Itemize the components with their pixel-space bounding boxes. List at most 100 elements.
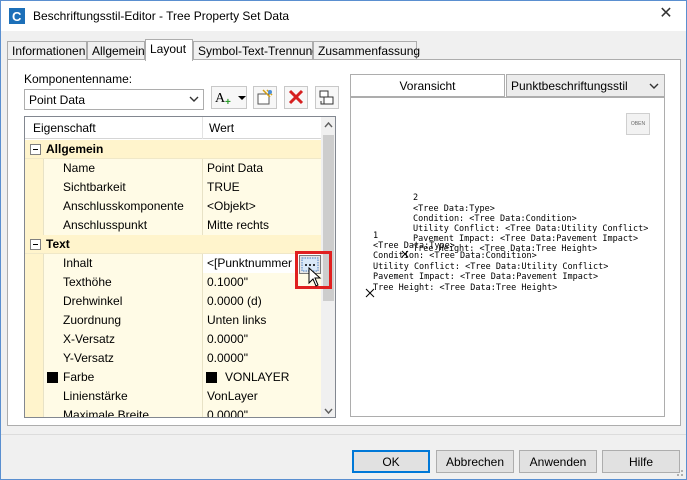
header-divider (202, 117, 203, 139)
row-gutter (25, 197, 43, 216)
preview-canvas[interactable]: OBEN 2 <Tree Data:Type> Condition: <Tree… (350, 97, 665, 417)
preview-label-line: Condition: <Tree Data:Condition> (413, 214, 577, 224)
delete-component-icon (288, 89, 304, 105)
collapse-icon[interactable] (30, 239, 41, 250)
property-rows: Allgemein Name Point Data Sichtbarkeit T… (25, 140, 321, 418)
tab-allgemein[interactable]: Allgemein (87, 41, 145, 60)
add-text-component-icon: A + (215, 91, 246, 108)
preview-label-line: <Tree Data:Type> (373, 241, 455, 251)
property-name: Texthöhe (63, 275, 112, 289)
draw-order-button[interactable] (315, 86, 339, 109)
property-name: Name (63, 161, 96, 175)
apply-button[interactable]: Anwenden (519, 450, 597, 473)
copy-component-icon (257, 89, 273, 105)
property-row-sichtbarkeit[interactable]: Sichtbarkeit TRUE (25, 178, 321, 197)
component-name-select[interactable]: Point Data (24, 89, 204, 110)
property-value[interactable]: Unten links (207, 313, 266, 327)
property-value[interactable]: <Objekt> (207, 199, 256, 213)
property-name: Farbe (63, 370, 95, 384)
svg-text:C: C (12, 9, 22, 24)
preview-point-number: 2 (413, 193, 419, 203)
property-grid: Eigenschaft Wert Allgemein Name Point Da… (24, 116, 336, 418)
view-orientation-button[interactable]: OBEN (626, 113, 650, 135)
row-gutter (25, 406, 43, 417)
cancel-button[interactable]: Abbrechen (436, 450, 514, 473)
property-value[interactable]: TRUE (207, 180, 240, 194)
category-label: Text (46, 237, 70, 251)
chevron-down-icon (649, 83, 659, 89)
category-row-allgemein[interactable]: Allgemein (25, 140, 321, 159)
component-name-label: Komponentenname: (24, 72, 133, 86)
close-icon[interactable]: ✕ (658, 6, 674, 22)
preview-point-number: 1 (373, 231, 379, 241)
property-value[interactable]: <[Punktnummer (207, 256, 292, 270)
row-gutter (25, 349, 43, 368)
tab-symbol-text-trennung[interactable]: Symbol-Text-Trennung (193, 41, 319, 60)
title-bar[interactable]: C Beschriftungsstil-Editor - Tree Proper… (1, 1, 686, 31)
preview-label-line: Pavement Impact: <Tree Data:Pavement Imp… (373, 272, 599, 282)
tab-zusammenfassung[interactable]: Zusammenfassung (313, 41, 420, 60)
property-name: Linienstärke (63, 389, 128, 403)
property-value[interactable]: Mitte rechts (207, 218, 269, 232)
property-name: Maximale Breite (63, 408, 150, 418)
property-value[interactable]: VonLayer (207, 389, 258, 403)
delete-component-button[interactable] (284, 86, 308, 109)
tab-layout[interactable]: Layout (145, 39, 193, 61)
property-row-x-versatz[interactable]: X-Versatz 0.0000" (25, 330, 321, 349)
category-label: Allgemein (46, 142, 104, 156)
copy-component-button[interactable] (253, 86, 277, 109)
property-name: Zuordnung (63, 313, 122, 327)
property-name: Drehwinkel (63, 294, 123, 308)
svg-text:+: + (225, 97, 231, 108)
preview-style-value: Punktbeschriftungsstil (511, 79, 628, 93)
tab-informationen[interactable]: Informationen (7, 41, 87, 60)
property-value[interactable]: 0.0000" (207, 332, 248, 346)
property-name: Anschlusspunkt (63, 218, 148, 232)
preview-label-line: Utility Conflict: <Tree Data:Utility Con… (413, 224, 649, 234)
collapse-icon[interactable] (30, 144, 41, 155)
help-button[interactable]: Hilfe (602, 450, 680, 473)
property-row-inhalt[interactable]: Inhalt <[Punktnummer (25, 254, 321, 273)
add-component-button[interactable]: A + (211, 86, 247, 109)
color-swatch-icon (206, 372, 217, 383)
header-eigenschaft[interactable]: Eigenschaft (33, 121, 96, 135)
property-value[interactable]: 0.0000" (207, 408, 248, 417)
property-row-zuordnung[interactable]: Zuordnung Unten links (25, 311, 321, 330)
resize-grip-icon[interactable] (672, 465, 684, 477)
editor-dialog: C Beschriftungsstil-Editor - Tree Proper… (0, 0, 687, 480)
row-gutter (25, 273, 43, 292)
scroll-up-icon[interactable] (321, 117, 336, 134)
property-name: Y-Versatz (63, 351, 114, 365)
preview-style-select[interactable]: Punktbeschriftungsstil (506, 74, 665, 97)
ok-button[interactable]: OK (352, 450, 430, 473)
preview-label-line: Tree Height: <Tree Data:Tree Height> (373, 283, 558, 293)
tab-voransicht[interactable]: Voransicht (350, 74, 505, 97)
property-row-texthoehe[interactable]: Texthöhe 0.1000" (25, 273, 321, 292)
property-value[interactable]: Point Data (207, 161, 263, 175)
category-row-text[interactable]: Text (25, 235, 321, 254)
chevron-down-icon (189, 96, 199, 102)
property-value[interactable]: 0.0000" (207, 351, 248, 365)
property-row-name[interactable]: Name Point Data (25, 159, 321, 178)
property-value[interactable]: 0.1000" (207, 275, 248, 289)
row-gutter (25, 311, 43, 330)
property-row-y-versatz[interactable]: Y-Versatz 0.0000" (25, 349, 321, 368)
property-row-farbe[interactable]: Farbe VONLAYER (25, 368, 321, 387)
property-row-anschlusspunkt[interactable]: Anschlusspunkt Mitte rechts (25, 216, 321, 235)
color-swatch-icon (47, 372, 58, 383)
property-value[interactable]: VONLAYER (225, 370, 289, 384)
point-marker-icon (401, 250, 409, 258)
row-gutter (25, 330, 43, 349)
property-row-linienstaerke[interactable]: Linienstärke VonLayer (25, 387, 321, 406)
property-name: X-Versatz (63, 332, 116, 346)
property-value[interactable]: 0.0000 (d) (207, 294, 262, 308)
property-grid-header: Eigenschaft Wert (25, 117, 321, 139)
property-row-maximale-breite[interactable]: Maximale Breite 0.0000" (25, 406, 321, 418)
property-row-drehwinkel[interactable]: Drehwinkel 0.0000 (d) (25, 292, 321, 311)
row-gutter (25, 368, 43, 387)
component-name-value: Point Data (29, 93, 86, 107)
scroll-down-icon[interactable] (321, 402, 336, 418)
row-gutter (25, 216, 43, 235)
property-row-anschlusskomponente[interactable]: Anschlusskomponente <Objekt> (25, 197, 321, 216)
header-wert[interactable]: Wert (209, 121, 234, 135)
